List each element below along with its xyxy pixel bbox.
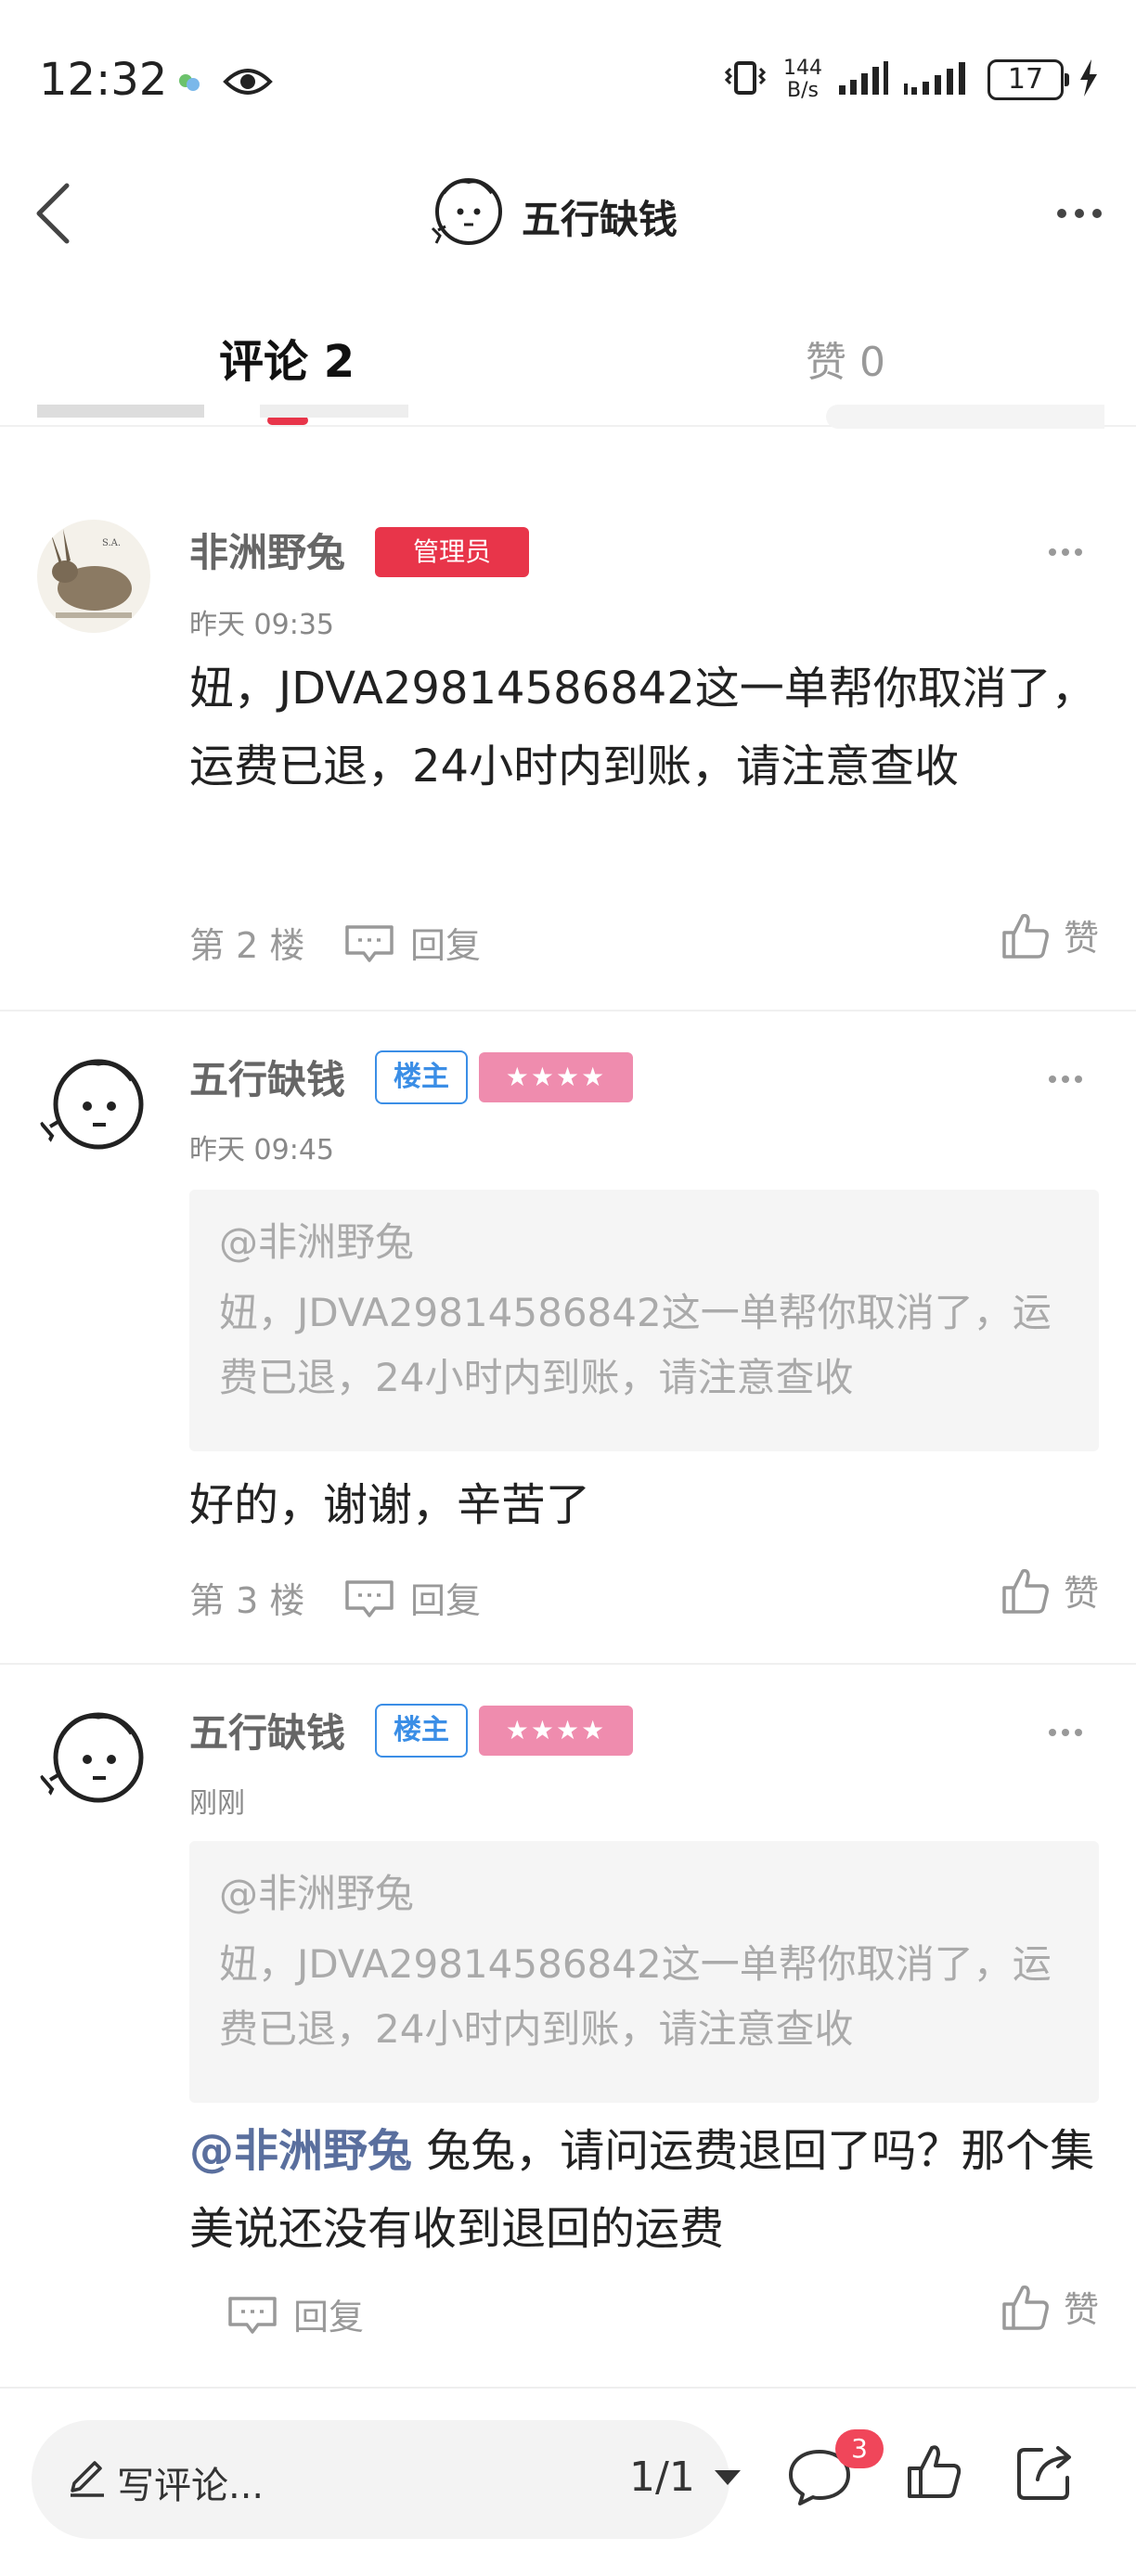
battery-indicator: 17 <box>988 59 1069 100</box>
reply-label: 回复 <box>410 1580 482 1621</box>
owner-badge: 楼主 <box>375 1050 468 1104</box>
share-icon[interactable] <box>1015 2442 1077 2505</box>
reply-label: 回复 <box>410 925 482 966</box>
like-label: 赞 <box>1063 2289 1099 2330</box>
clipped-text-fragment-icon <box>37 405 1104 429</box>
admin-badge: 管理员 <box>375 527 529 577</box>
status-time: 12:32 <box>39 54 168 106</box>
comment-text: 妞，JDVA29814586842这一单帮你取消了，运费已退，24小时内到账，请… <box>189 663 1096 792</box>
status-icons: 144 B/s 17 <box>722 58 1099 102</box>
more-dot-icon <box>1049 548 1056 556</box>
page-title: 五行缺钱 <box>522 196 678 242</box>
mention-link[interactable]: @非洲野兔 <box>189 2125 412 2177</box>
like-button[interactable]: 赞 <box>1000 2281 1099 2332</box>
more-dot-icon <box>1049 1075 1056 1083</box>
more-dot-icon <box>1062 548 1069 556</box>
doodle-avatar-icon <box>39 1712 144 1803</box>
reply-button[interactable]: 回复 <box>226 2288 364 2339</box>
reply-button[interactable]: 回复 <box>343 1572 481 1623</box>
reply-bubble-icon <box>345 924 394 962</box>
comment-text: 好的，谢谢，辛苦了 <box>189 1479 591 1531</box>
comment-time: 昨天 09:45 <box>189 1134 334 1166</box>
like-button[interactable]: 赞 <box>1000 909 1099 960</box>
comment-count-badge: 3 <box>835 2429 884 2468</box>
doodle-avatar-icon <box>39 1059 144 1150</box>
charging-icon <box>1078 59 1099 100</box>
comment-username[interactable]: 五行缺钱 <box>189 1049 345 1105</box>
quoted-username: @非洲野兔 <box>219 1219 415 1265</box>
comment-time: 昨天 09:35 <box>189 609 334 641</box>
quoted-comment[interactable]: @非洲野兔 妞，JDVA29814586842这一单帮你取消了，运费已退，24小… <box>189 1841 1099 2103</box>
network-speed-unit: B/s <box>787 79 819 102</box>
comment-more-button[interactable] <box>1038 1065 1093 1093</box>
quoted-comment[interactable]: @非洲野兔 妞，JDVA29814586842这一单帮你取消了，运费已退，24小… <box>189 1190 1099 1451</box>
scrolled-filter-bar <box>37 405 1104 429</box>
vibrate-icon <box>722 59 768 100</box>
reply-bubble-icon <box>228 2296 277 2334</box>
write-comment-input[interactable]: 写评论... 1/1 <box>32 2420 741 2539</box>
level-stars-badge: ★★★★ <box>479 1052 633 1102</box>
status-bar: 12:32 144 B/s 17 <box>0 0 1136 158</box>
floor-number: 第 3 楼 <box>189 1580 305 1621</box>
quoted-text: 妞，JDVA29814586842这一单帮你取消了，运费已退，24小时内到账，请… <box>219 1290 1052 1400</box>
signal-icon-2 <box>904 59 973 100</box>
comment-username[interactable]: 非洲野兔 <box>189 522 345 578</box>
svg-text:S.A.: S.A. <box>102 538 121 548</box>
comment-more-button[interactable] <box>1038 1719 1093 1746</box>
comment-divider <box>0 1010 1136 1011</box>
comment-text: @非洲野兔 兔兔，请问运费退回了吗？那个集美说还没有收到退回的运费 <box>189 2112 1108 2268</box>
weather-icon <box>176 72 202 97</box>
more-dot-icon <box>1075 1075 1082 1083</box>
more-dot-icon <box>1062 1729 1069 1736</box>
reply-label: 回复 <box>293 2297 365 2338</box>
owner-badge: 楼主 <box>375 1704 468 1758</box>
quoted-username: @非洲野兔 <box>219 1871 415 1916</box>
more-options-button[interactable] <box>1047 195 1112 232</box>
signal-icon <box>837 59 889 100</box>
comment-time: 刚刚 <box>189 1787 245 1820</box>
avatar[interactable] <box>37 1702 150 1815</box>
thumbs-up-icon[interactable] <box>906 2442 962 2504</box>
comment-username[interactable]: 五行缺钱 <box>189 1702 345 1758</box>
reply-button[interactable]: 回复 <box>343 917 481 968</box>
more-dot-icon <box>1075 548 1082 556</box>
rabbit-avatar-icon: S.A. <box>37 520 150 633</box>
more-dot-icon <box>1092 209 1102 218</box>
more-dot-icon <box>1062 1075 1069 1083</box>
quoted-text: 妞，JDVA29814586842这一单帮你取消了，运费已退，24小时内到账，请… <box>219 1941 1052 2052</box>
chevron-left-icon <box>36 183 70 244</box>
thumbs-up-icon <box>1002 913 1049 959</box>
floor-number: 第 2 楼 <box>189 925 305 966</box>
reply-bubble-icon <box>345 1579 394 1617</box>
page-indicator[interactable]: 1/1 <box>629 2454 695 2501</box>
pencil-icon <box>67 2457 108 2502</box>
avatar[interactable]: S.A. <box>37 520 150 633</box>
avatar[interactable] <box>37 1049 150 1162</box>
tab-bar: 评论 2 赞 0 <box>0 316 1136 429</box>
caret-down-icon[interactable] <box>715 2470 741 2485</box>
comment-divider <box>0 1663 1136 1665</box>
nav-bar: 五行缺钱 <box>0 158 1136 269</box>
doodle-avatar-icon <box>427 174 507 258</box>
back-button[interactable] <box>26 176 91 251</box>
tab-comments[interactable]: 评论 2 <box>219 325 355 390</box>
bottom-action-bar: 写评论... 1/1 3 <box>0 2387 1136 2576</box>
level-stars-badge: ★★★★ <box>479 1706 633 1756</box>
more-dot-icon <box>1049 1729 1056 1736</box>
like-label: 赞 <box>1063 918 1099 959</box>
network-speed-value: 144 <box>783 57 822 80</box>
more-dot-icon <box>1057 209 1066 218</box>
thumbs-up-icon <box>1002 1568 1049 1614</box>
thumbs-up-icon <box>1002 2285 1049 2330</box>
nav-title-group[interactable]: 五行缺钱 <box>427 174 678 258</box>
comment-more-button[interactable] <box>1038 538 1093 566</box>
more-dot-icon <box>1075 209 1084 218</box>
write-comment-placeholder: 写评论... <box>117 2465 265 2507</box>
eye-icon <box>223 65 273 102</box>
network-speed: 144 B/s <box>783 58 822 102</box>
tab-likes[interactable]: 赞 0 <box>806 328 885 388</box>
like-label: 赞 <box>1063 1573 1099 1614</box>
more-dot-icon <box>1075 1729 1082 1736</box>
like-button[interactable]: 赞 <box>1000 1565 1099 1616</box>
